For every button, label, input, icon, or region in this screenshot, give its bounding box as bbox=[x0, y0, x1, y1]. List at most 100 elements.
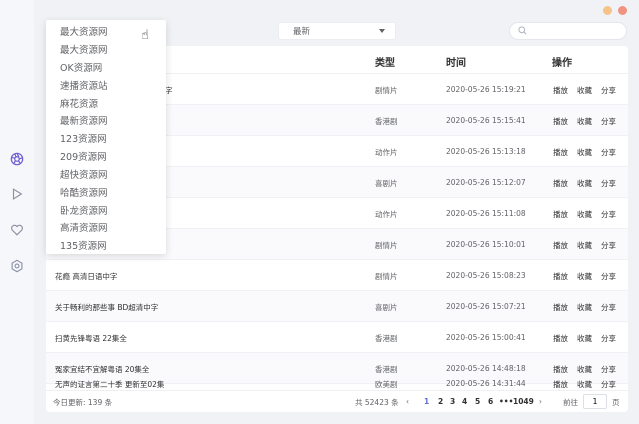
collect-button[interactable]: 收藏 bbox=[577, 271, 592, 282]
play-button[interactable]: 播放 bbox=[553, 116, 568, 127]
collect-button[interactable]: 收藏 bbox=[577, 302, 592, 313]
more-pages-button[interactable]: ••• bbox=[499, 397, 513, 406]
caret-down-icon bbox=[379, 29, 385, 33]
collect-button[interactable]: 收藏 bbox=[577, 147, 592, 158]
play-button[interactable]: 播放 bbox=[553, 85, 568, 96]
table-row[interactable]: 扫黄先锋粤语 22集全 香港剧 2020-05-26 15:00:41 播放 收… bbox=[46, 322, 628, 353]
table-row[interactable]: 花瘾 高清日语中字 剧情片 2020-05-26 15:08:23 播放 收藏 … bbox=[46, 260, 628, 291]
row-title[interactable]: 关于畅利的那些事 BD超清中字 bbox=[55, 302, 158, 313]
page-button-5[interactable]: 5 bbox=[475, 397, 480, 406]
row-type: 香港剧 bbox=[375, 365, 398, 374]
share-button[interactable]: 分享 bbox=[601, 271, 616, 282]
play-button[interactable]: 播放 bbox=[553, 302, 568, 313]
search-box[interactable] bbox=[509, 22, 627, 40]
header-type: 类型 bbox=[375, 58, 395, 69]
next-page-button[interactable]: › bbox=[539, 397, 542, 406]
share-button[interactable]: 分享 bbox=[601, 379, 616, 390]
collect-button[interactable]: 收藏 bbox=[577, 364, 592, 375]
row-title[interactable]: 无声的证言第二十季 更新至02集 bbox=[55, 379, 164, 390]
page-button-4[interactable]: 4 bbox=[462, 397, 467, 406]
play-button[interactable]: 播放 bbox=[553, 209, 568, 220]
play-button[interactable]: 播放 bbox=[553, 271, 568, 282]
row-type: 喜剧片 bbox=[375, 179, 398, 188]
page-button-1[interactable]: 1 bbox=[424, 397, 429, 406]
close-button[interactable] bbox=[618, 6, 627, 15]
search-input[interactable] bbox=[531, 26, 621, 36]
search-icon bbox=[518, 25, 527, 37]
play-button[interactable]: 播放 bbox=[553, 379, 568, 390]
share-button[interactable]: 分享 bbox=[601, 147, 616, 158]
share-button[interactable]: 分享 bbox=[601, 178, 616, 189]
dropdown-item[interactable]: 高清资源网 bbox=[60, 220, 108, 234]
dropdown-item[interactable]: 麻花资源 bbox=[60, 96, 98, 110]
row-title[interactable]: 字 bbox=[165, 85, 173, 96]
play-button[interactable]: 播放 bbox=[553, 364, 568, 375]
row-time: 2020-05-26 15:12:07 bbox=[446, 178, 526, 187]
table-row[interactable]: 关于畅利的那些事 BD超清中字 喜剧片 2020-05-26 15:07:21 … bbox=[46, 291, 628, 322]
row-type: 喜剧片 bbox=[375, 303, 398, 312]
play-button[interactable]: 播放 bbox=[553, 178, 568, 189]
row-time: 2020-05-26 14:48:18 bbox=[446, 364, 526, 373]
header-time: 时间 bbox=[446, 58, 466, 69]
row-time: 2020-05-26 15:15:41 bbox=[446, 116, 526, 125]
row-type: 剧情片 bbox=[375, 272, 398, 281]
row-title[interactable]: 冤家宜结不宜解粤语 20集全 bbox=[55, 364, 149, 375]
collect-button[interactable]: 收藏 bbox=[577, 178, 592, 189]
row-type: 剧情片 bbox=[375, 241, 398, 250]
dropdown-item[interactable]: 超快资源网 bbox=[60, 167, 108, 181]
play-button[interactable]: 播放 bbox=[553, 147, 568, 158]
collect-button[interactable]: 收藏 bbox=[577, 116, 592, 127]
share-button[interactable]: 分享 bbox=[601, 116, 616, 127]
collect-button[interactable]: 收藏 bbox=[577, 209, 592, 220]
total-count: 共 52423 条 bbox=[355, 398, 399, 407]
row-title[interactable]: 花瘾 高清日语中字 bbox=[55, 271, 117, 282]
share-button[interactable]: 分享 bbox=[601, 364, 616, 375]
dropdown-item[interactable]: 209资源网 bbox=[60, 149, 107, 163]
row-time: 2020-05-26 15:08:23 bbox=[446, 271, 526, 280]
dropdown-item[interactable]: 速播资源站 bbox=[60, 78, 108, 92]
page-button-2[interactable]: 2 bbox=[438, 397, 443, 406]
header-actions: 操作 bbox=[552, 58, 572, 69]
dropdown-item[interactable]: OK资源网 bbox=[60, 60, 102, 74]
row-type: 香港剧 bbox=[375, 117, 398, 126]
dropdown-item[interactable]: 最大资源网 bbox=[60, 42, 108, 56]
share-button[interactable]: 分享 bbox=[601, 302, 616, 313]
play-button[interactable]: 播放 bbox=[553, 240, 568, 251]
sort-select[interactable]: 最新 bbox=[278, 22, 396, 40]
page-button-3[interactable]: 3 bbox=[450, 397, 455, 406]
row-type: 动作片 bbox=[375, 210, 398, 219]
play-icon[interactable] bbox=[9, 186, 25, 202]
row-time: 2020-05-26 15:00:41 bbox=[446, 333, 526, 342]
row-title[interactable]: 扫黄先锋粤语 22集全 bbox=[55, 333, 127, 344]
share-button[interactable]: 分享 bbox=[601, 240, 616, 251]
heart-icon[interactable] bbox=[9, 222, 25, 238]
dropdown-item[interactable]: 最大资源网 bbox=[60, 24, 108, 38]
row-type: 动作片 bbox=[375, 148, 398, 157]
goto-page-input[interactable] bbox=[583, 394, 607, 409]
dropdown-item[interactable]: 最新资源网 bbox=[60, 113, 108, 127]
collect-button[interactable]: 收藏 bbox=[577, 333, 592, 344]
gear-icon[interactable] bbox=[9, 258, 25, 274]
page-button-last[interactable]: 1049 bbox=[513, 397, 534, 406]
page-button-6[interactable]: 6 bbox=[488, 397, 493, 406]
row-type: 香港剧 bbox=[375, 334, 398, 343]
dropdown-item[interactable]: 哈酷资源网 bbox=[60, 185, 108, 199]
sidebar bbox=[0, 0, 34, 424]
minimize-button[interactable] bbox=[603, 6, 612, 15]
prev-page-button[interactable]: ‹ bbox=[406, 397, 409, 406]
row-time: 2020-05-26 14:31:44 bbox=[446, 379, 526, 388]
row-time: 2020-05-26 15:10:01 bbox=[446, 240, 526, 249]
play-button[interactable]: 播放 bbox=[553, 333, 568, 344]
collect-button[interactable]: 收藏 bbox=[577, 240, 592, 251]
collect-button[interactable]: 收藏 bbox=[577, 85, 592, 96]
collect-button[interactable]: 收藏 bbox=[577, 379, 592, 390]
share-button[interactable]: 分享 bbox=[601, 333, 616, 344]
aperture-icon[interactable] bbox=[9, 151, 25, 167]
share-button[interactable]: 分享 bbox=[601, 85, 616, 96]
dropdown-item[interactable]: 卧龙资源网 bbox=[60, 203, 108, 217]
row-time: 2020-05-26 15:13:18 bbox=[446, 147, 526, 156]
share-button[interactable]: 分享 bbox=[601, 209, 616, 220]
dropdown-item[interactable]: 135资源网 bbox=[60, 238, 107, 252]
row-time: 2020-05-26 15:07:21 bbox=[446, 302, 526, 311]
dropdown-item[interactable]: 123资源网 bbox=[60, 131, 107, 145]
